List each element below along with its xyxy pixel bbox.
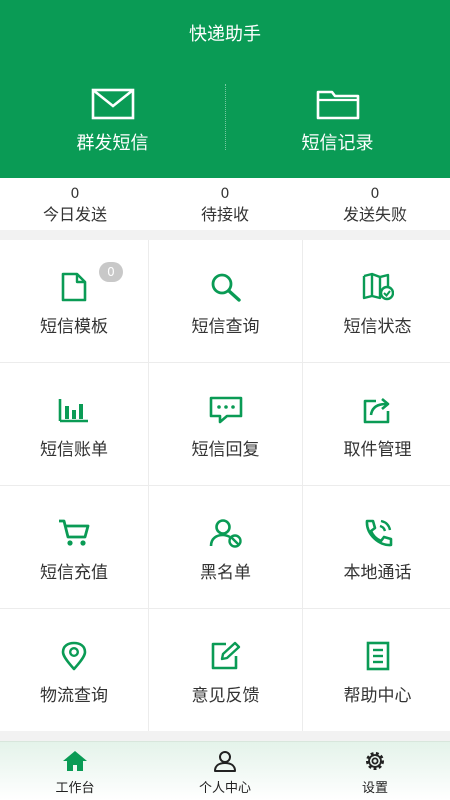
function-grid: 0 短信模板 短信查询 短信状态 短信账单 短信回复 取件管理 短信充值 黑名单… [0,240,450,731]
grid-item-label: 意见反馈 [191,686,260,706]
stat-sent-today: 0 今日发送 [0,178,150,230]
settings-icon [366,752,384,770]
sms-records-button[interactable]: 短信记录 [225,88,450,155]
tab-settings[interactable]: 设置 [300,742,450,800]
stat-failed: 0 发送失败 [300,178,450,230]
folder-icon [316,90,359,120]
tab-label: 设置 [361,781,388,796]
tab-personal-center[interactable]: 个人中心 [150,742,300,800]
envelope-icon [91,88,134,120]
share-box-icon [363,398,389,424]
bottom-tab-bar: 工作台 个人中心 设置 [0,741,450,800]
sms-records-label: 短信记录 [301,133,374,154]
grid-item-label: 短信充值 [40,563,108,583]
stat-value: 0 [70,186,80,202]
app-header: 快递助手 群发短信 短信记录 [0,0,450,178]
grid-item-help-center[interactable]: 帮助中心 [303,609,450,731]
stat-label: 发送失败 [342,205,407,224]
home-icon [63,751,87,771]
grid-item-label: 短信回复 [191,440,260,460]
stats-bar: 0 今日发送 0 待接收 0 发送失败 [0,178,450,230]
map-status-icon [362,272,394,301]
grid-item-sms-query[interactable]: 短信查询 [149,240,302,362]
grid-item-label: 短信状态 [343,317,412,337]
cart-icon [59,519,90,546]
stat-value: 0 [220,186,230,202]
app-title: 快递助手 [189,24,261,45]
stat-label: 今日发送 [42,205,107,224]
stat-label: 待接收 [200,205,249,224]
tab-label: 个人中心 [198,781,251,796]
location-pin-icon [61,641,87,671]
stat-pending: 0 待接收 [150,178,300,230]
tab-label: 工作台 [55,781,95,796]
tab-workbench[interactable]: 工作台 [0,742,150,800]
edit-icon [211,641,240,670]
grid-item-label: 短信查询 [191,317,260,337]
document-icon [61,272,87,302]
grid-item-feedback[interactable]: 意见反馈 [149,609,302,731]
search-icon [211,273,241,302]
grid-item-label: 黑名单 [200,563,251,583]
grid-item-sms-bill[interactable]: 短信账单 [0,363,148,485]
grid-item-label: 帮助中心 [343,686,412,706]
grid-item-sms-template[interactable]: 0 短信模板 [0,240,148,362]
grid-item-label: 短信账单 [40,440,108,460]
grid-item-label: 本地通话 [343,563,412,583]
count-badge: 0 [99,262,123,282]
grid-item-sms-reply[interactable]: 短信回复 [149,363,302,485]
grid-item-logistics-query[interactable]: 物流查询 [0,609,148,731]
stat-value: 0 [370,186,380,202]
grid-item-local-call[interactable]: 本地通话 [303,486,450,608]
grid-item-label: 短信模板 [40,317,108,337]
help-doc-icon [366,641,389,671]
grid-item-sms-recharge[interactable]: 短信充值 [0,486,148,608]
grid-item-sms-status[interactable]: 短信状态 [303,240,450,362]
mass-sms-label: 群发短信 [76,133,149,154]
grid-item-pickup-management[interactable]: 取件管理 [303,363,450,485]
grid-item-label: 取件管理 [343,440,412,460]
bar-chart-icon [58,399,88,423]
grid-item-label: 物流查询 [40,686,108,706]
message-icon [209,396,242,424]
phone-icon [365,519,392,547]
user-block-icon [209,519,242,548]
grid-item-blacklist[interactable]: 黑名单 [149,486,302,608]
person-icon [214,751,236,772]
mass-sms-button[interactable]: 群发短信 [0,88,225,155]
